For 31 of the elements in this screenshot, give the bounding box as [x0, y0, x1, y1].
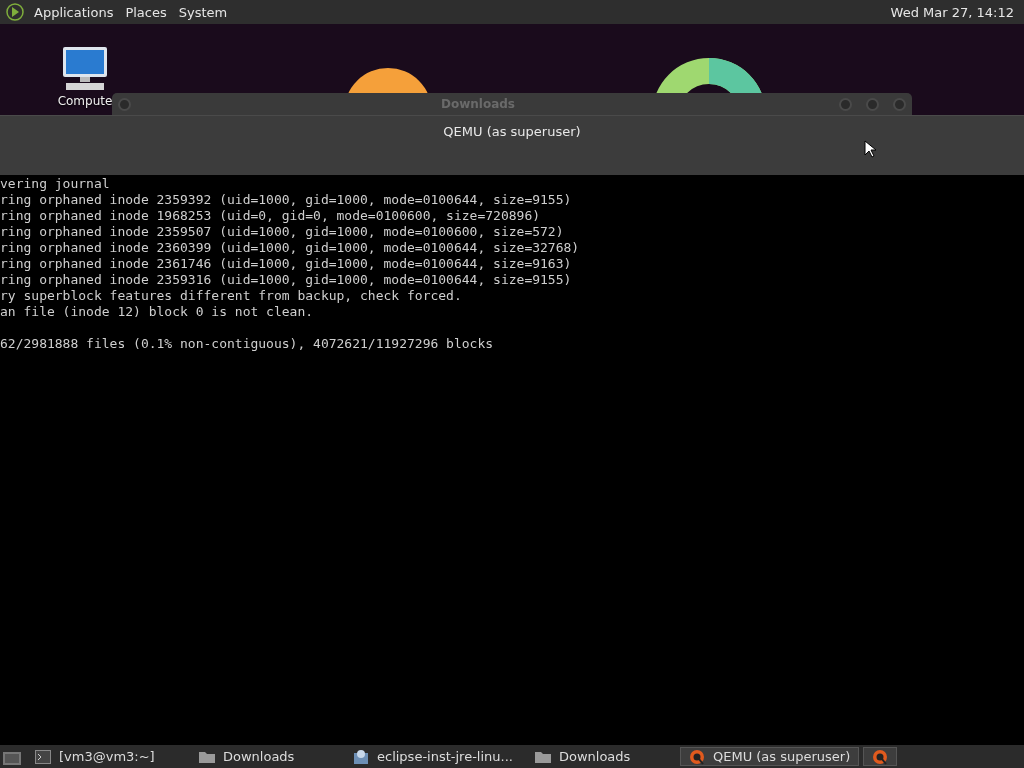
console-line: ring orphaned inode 2359392 (uid=1000, gid=1000, mode=0100644, size=9155) — [0, 192, 573, 208]
folder-icon — [199, 750, 215, 763]
console-line: 62/2981888 files (0.1% non-contiguous), 4072621/11927296 blocks — [0, 336, 495, 352]
console-line: ring orphaned inode 2361746 (uid=1000, gid=1000, mode=0100644, size=9163) — [0, 256, 573, 272]
clock[interactable]: Wed Mar 27, 14:12 — [890, 4, 1018, 20]
desktop-icon-label[interactable]: Compute — [57, 94, 113, 108]
window-title: QEMU (as superuser) — [443, 124, 581, 141]
folder-icon — [534, 750, 551, 763]
package-icon — [353, 748, 369, 765]
console-line: ring orphaned inode 2359507 (uid=1000, gid=1000, mode=0100600, size=572) — [0, 224, 565, 240]
menu-item[interactable]: Applications — [28, 4, 120, 20]
mouse-pointer-icon — [864, 140, 876, 158]
maximize-icon[interactable] — [866, 97, 879, 111]
console-line: ring orphaned inode 2360399 (uid=1000, gid=1000, mode=0100644, size=32768) — [0, 240, 581, 256]
qemu-icon — [872, 748, 889, 765]
computer-icon[interactable] — [60, 46, 110, 92]
qemu-icon — [688, 748, 705, 765]
console-line: ry superblock features different from backup, check forced. — [0, 288, 463, 304]
console-line: ring orphaned inode 1968253 (uid=0, gid=0, mode=0100600, size=720896) — [0, 208, 542, 224]
console-line: an file (inode 12) block 0 is not clean. — [0, 304, 315, 320]
terminal-icon — [35, 749, 51, 764]
menu-item[interactable]: Places — [119, 4, 173, 20]
menu-item[interactable]: System — [172, 4, 234, 20]
console-line: ring orphaned inode 2359316 (uid=1000, gid=1000, mode=0100644, size=9155) — [0, 272, 573, 288]
taskbar-button[interactable] — [863, 747, 898, 766]
window-menu-icon[interactable] — [118, 97, 131, 111]
taskbar-button[interactable]: QEMU (as superuser) — [679, 747, 860, 766]
minimize-icon[interactable] — [839, 97, 852, 111]
menu-logo-icon — [6, 3, 24, 21]
console-line: vering journal — [0, 176, 111, 192]
close-icon[interactable] — [893, 97, 906, 111]
